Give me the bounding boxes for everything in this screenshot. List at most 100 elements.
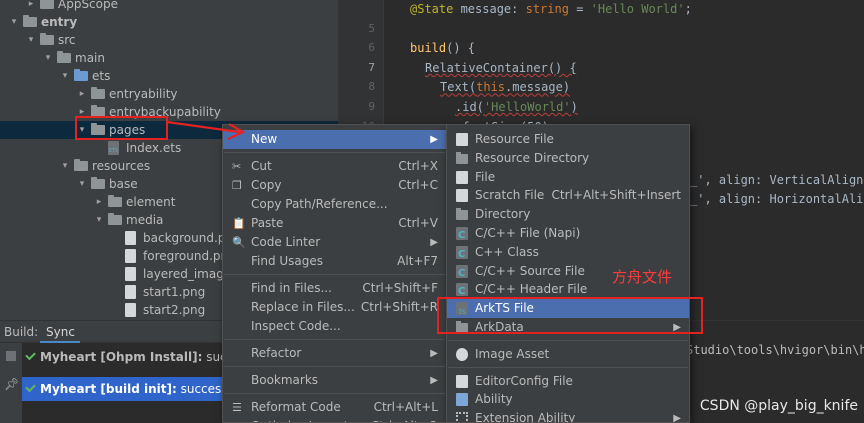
menu-item-scratch-file[interactable]: Scratch File Ctrl+Alt+Shift+Insert <box>447 186 689 205</box>
menu-item-paste[interactable]: 📋 Paste Ctrl+V <box>223 214 446 233</box>
tree-item[interactable]: ▾ ets <box>0 67 338 85</box>
chevron-right-icon[interactable]: ▸ <box>77 85 87 103</box>
menu-item-label: Cut <box>251 159 272 173</box>
menu-item-shortcut: Ctrl+Shift+R <box>360 300 438 314</box>
menu-item-copy[interactable]: ❐ Copy Ctrl+C <box>223 176 446 195</box>
menu-item-refactor[interactable]: Refactor ▶ <box>223 344 446 363</box>
stop-icon[interactable] <box>6 351 16 361</box>
cpp-file-icon <box>456 264 468 283</box>
code-line[interactable]: build() { <box>410 41 475 55</box>
line-number: 6 <box>368 41 375 55</box>
code-line[interactable]: .id('HelloWorld') <box>455 100 578 114</box>
tree-item[interactable]: ▸ AppScope <box>0 0 338 13</box>
menu-item-c-c-file-napi[interactable]: C/C++ File (Napi) <box>447 224 689 245</box>
menu-item-shortcut: Ctrl+V <box>398 216 438 230</box>
menu-item-label: Copy <box>251 178 282 192</box>
chevron-down-icon[interactable]: ▾ <box>77 175 87 193</box>
menu-item-extension-ability[interactable]: Extension Ability ▶ <box>447 409 689 423</box>
menu-item-image-asset[interactable]: Image Asset <box>447 345 689 364</box>
code-line[interactable]: @State message: string = 'Hello World'; <box>410 2 692 16</box>
chevron-down-icon[interactable]: ▾ <box>26 31 36 49</box>
menu-item-reformat-code[interactable]: ☰ Reformat Code Ctrl+Alt+L <box>223 398 446 417</box>
success-check-icon <box>25 381 36 393</box>
folder-icon <box>23 15 37 27</box>
menu-item-shortcut: Ctrl+Alt+O <box>371 417 438 422</box>
menu-item-label: Bookmarks <box>251 373 319 387</box>
tree-item[interactable]: ▾ main <box>0 49 338 67</box>
menu-item-label: C++ Class <box>475 244 539 259</box>
menu-item-label: Reformat Code <box>251 400 341 414</box>
chevron-down-icon[interactable]: ▾ <box>60 157 70 175</box>
tree-item-label: AppScope <box>58 0 118 11</box>
menu-item-copy-path-reference[interactable]: Copy Path/Reference... <box>223 195 446 214</box>
annotation-box-arkts <box>437 297 703 334</box>
menu-item-directory[interactable]: Directory <box>447 205 689 224</box>
line-number: 5 <box>368 21 375 35</box>
image-file-icon <box>125 303 136 317</box>
menu-item-inspect-code[interactable]: Inspect Code... <box>223 317 446 336</box>
menu-item-ability[interactable]: Ability <box>447 390 689 409</box>
chevron-down-icon[interactable]: ▾ <box>43 49 53 67</box>
tree-item[interactable]: ▾ src <box>0 31 338 49</box>
menu-item-resource-directory[interactable]: Resource Directory <box>447 149 689 168</box>
menu-item-c-class[interactable]: C++ Class <box>447 243 689 264</box>
submenu-arrow-icon: ▶ <box>673 413 681 423</box>
chevron-right-icon[interactable]: ▸ <box>94 193 104 211</box>
annotation-box-pages <box>75 116 168 140</box>
menu-item-label: C/C++ Source File <box>475 263 585 278</box>
menu-item-shortcut: Ctrl+Alt+Shift+Insert <box>551 188 681 203</box>
menu-item-shortcut: Ctrl+Shift+F <box>362 281 438 295</box>
chevron-down-icon[interactable]: ▾ <box>94 211 104 229</box>
code-line[interactable]: RelativeContainer() { <box>425 61 577 75</box>
menu-separator <box>448 366 688 368</box>
menu-item-replace-in-files[interactable]: Replace in Files... Ctrl+Shift+R <box>223 298 446 317</box>
folder-icon <box>456 151 468 164</box>
folder-icon <box>108 213 122 225</box>
menu-item-code-linter[interactable]: 🔍 Code Linter ▶ <box>223 233 446 252</box>
image-file-icon <box>125 249 136 263</box>
tab-sync[interactable]: Sync <box>46 325 75 339</box>
menu-item-cut[interactable]: ✂ Cut Ctrl+X <box>223 157 446 176</box>
menu-item-label: Directory <box>475 207 531 222</box>
menu-item-bookmarks[interactable]: Bookmarks ▶ <box>223 371 446 390</box>
menu-item-shortcut: Ctrl+X <box>398 159 438 173</box>
menu-item-label: Optimize Imports <box>251 417 355 422</box>
tree-item-label: media <box>126 213 164 227</box>
chevron-down-icon[interactable]: ▾ <box>60 67 70 85</box>
context-menu[interactable]: New ▶ ✂ Cut Ctrl+X ❐ Copy Ctrl+C Copy Path/Refer… <box>222 124 447 423</box>
build-toolbar: 📌︎ <box>0 343 22 423</box>
pin-icon[interactable]: 📌︎ <box>4 377 19 391</box>
tree-item[interactable]: ▸ entryability <box>0 85 338 103</box>
menu-item-new[interactable]: New ▶ <box>223 130 446 149</box>
menu-item-shortcut: Ctrl+Alt+L <box>373 400 438 414</box>
chevron-down-icon[interactable]: ▾ <box>9 13 19 31</box>
menu-item-resource-file[interactable]: Resource File <box>447 130 689 149</box>
menu-item-label: Extension Ability <box>475 411 576 423</box>
tree-item[interactable]: ▾ entry <box>0 13 338 31</box>
menu-item-label: Copy Path/Reference... <box>251 197 388 211</box>
line-number: 7 <box>368 60 375 74</box>
tree-item-label: ets <box>92 69 111 83</box>
code-line[interactable]: Text(this.message) <box>440 80 570 94</box>
menu-separator <box>224 366 445 367</box>
tree-item-label: resources <box>92 159 151 173</box>
menu-item-shortcut: Alt+F7 <box>397 254 438 268</box>
menu-item-find-usages[interactable]: Find Usages Alt+F7 <box>223 252 446 271</box>
menu-item-file[interactable]: File <box>447 168 689 187</box>
active-tab-indicator <box>40 341 80 343</box>
menu-item-editorconfig-file[interactable]: EditorConfig File <box>447 372 689 391</box>
image-asset-icon <box>456 347 468 361</box>
menu-item-label: Replace in Files... <box>251 300 355 314</box>
cut-icon: ✂ <box>232 160 242 173</box>
image-file-icon <box>125 267 136 281</box>
menu-item-find-in-files[interactable]: Find in Files... Ctrl+Shift+F <box>223 279 446 298</box>
image-file-icon <box>125 285 136 299</box>
submenu-arrow-icon: ▶ <box>430 134 438 145</box>
menu-item-optimize-imports[interactable]: Optimize Imports Ctrl+Alt+O <box>223 417 446 422</box>
annotation-label: 方舟文件 <box>612 268 673 286</box>
watermark: CSDN @play_big_knife <box>699 398 858 414</box>
chevron-right-icon[interactable]: ▸ <box>26 0 36 13</box>
menu-separator <box>224 393 445 394</box>
tree-item-label: main <box>75 51 105 65</box>
menu-item-label: Inspect Code... <box>251 319 341 333</box>
